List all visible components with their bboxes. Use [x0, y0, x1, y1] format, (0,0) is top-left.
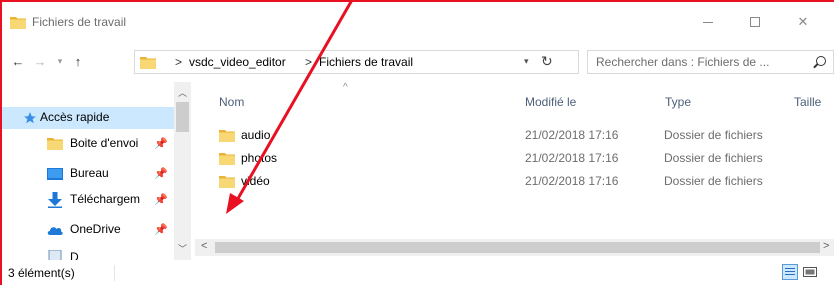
sidebar-item-onedrive[interactable]: OneDrive 📌	[2, 219, 174, 241]
file-list: ^ Nom Modifié le Type Taille audio 21/02…	[195, 82, 834, 260]
sidebar-item-boite-envoi[interactable]: Boite d'envoi 📌	[2, 133, 174, 155]
maximize-button[interactable]	[732, 2, 778, 42]
table-row[interactable]: photos 21/02/2018 17:16 Dossier de fichi…	[195, 148, 834, 170]
folder-icon	[10, 17, 26, 29]
details-view-icon	[785, 268, 795, 275]
chevron-down-icon[interactable]: ▾	[524, 56, 529, 67]
sidebar-item-bureau[interactable]: Bureau 📌	[2, 163, 174, 185]
scrollbar-thumb[interactable]	[215, 242, 820, 253]
table-row[interactable]: vidéo 21/02/2018 17:16 Dossier de fichie…	[195, 171, 834, 193]
chevron-up-icon[interactable]: ︿	[178, 86, 187, 99]
sidebar-item-label: Boite d'envoi	[70, 136, 139, 150]
sidebar-item-telechargements[interactable]: Téléchargem 📌	[2, 189, 174, 211]
arrow-left-icon: ←	[11, 53, 25, 69]
documents-icon	[48, 250, 62, 260]
folder-icon	[140, 57, 156, 69]
navigation-bar: ← → ▾ ↑ > vsdc_video_editor > Fichiers d…	[2, 42, 834, 82]
breadcrumb-vsdc-video-editor[interactable]: vsdc_video_editor	[189, 55, 286, 69]
nav-scrollbar[interactable]: ︿ ﹀	[174, 82, 191, 260]
chevron-right-icon[interactable]: >	[823, 240, 829, 252]
file-modified: 21/02/2018 17:16	[525, 128, 619, 142]
title-bar: Fichiers de travail ✕	[2, 2, 834, 42]
cloud-icon	[47, 227, 63, 235]
sidebar-item-label: Bureau	[70, 166, 109, 180]
table-row[interactable]: audio 21/02/2018 17:16 Dossier de fichie…	[195, 125, 834, 147]
close-button[interactable]: ✕	[780, 2, 826, 42]
search-input[interactable]: Rechercher dans : Fichiers de ...	[587, 50, 834, 74]
window-title: Fichiers de travail	[32, 15, 127, 29]
horizontal-scrollbar[interactable]: < >	[195, 239, 834, 256]
breadcrumb-separator[interactable]: >	[305, 55, 312, 69]
sidebar-item-label: OneDrive	[70, 222, 121, 236]
column-header-size[interactable]: Taille	[794, 95, 821, 109]
chevron-down-icon: ▾	[57, 55, 63, 66]
refresh-icon[interactable]: ↻	[541, 53, 553, 70]
large-icons-view-button[interactable]	[802, 264, 818, 280]
file-name: audio	[241, 128, 271, 142]
download-icon	[48, 192, 62, 208]
sidebar-item-label: D	[70, 250, 79, 260]
column-header-type[interactable]: Type	[665, 95, 691, 109]
back-button[interactable]: ←	[8, 51, 28, 71]
recent-locations-button[interactable]: ▾	[50, 51, 70, 71]
breadcrumb-separator[interactable]: >	[175, 55, 182, 69]
chevron-left-icon[interactable]: <	[201, 240, 207, 252]
minimize-icon	[703, 21, 713, 23]
arrow-up-icon: ↑	[74, 53, 82, 69]
status-divider	[114, 265, 115, 281]
pin-icon[interactable]: 📌	[154, 223, 168, 236]
large-icons-view-icon	[803, 267, 817, 277]
forward-button[interactable]: →	[30, 51, 50, 71]
maximize-icon	[750, 17, 760, 27]
chevron-down-icon[interactable]: ﹀	[178, 242, 187, 255]
search-icon[interactable]	[816, 56, 826, 66]
column-header-name[interactable]: Nom	[219, 95, 244, 109]
sidebar-item-label: Accès rapide	[40, 110, 110, 124]
column-header-modified[interactable]: Modifié le	[525, 95, 576, 109]
breadcrumb-fichiers-de-travail[interactable]: Fichiers de travail	[319, 55, 413, 69]
file-modified: 21/02/2018 17:16	[525, 151, 619, 165]
file-name: photos	[241, 151, 278, 165]
file-name: vidéo	[241, 174, 270, 188]
file-modified: 21/02/2018 17:16	[525, 174, 619, 188]
search-placeholder[interactable]: Rechercher dans : Fichiers de ...	[596, 55, 769, 69]
pin-icon[interactable]: 📌	[154, 193, 168, 206]
file-type: Dossier de fichiers	[664, 174, 763, 188]
address-bar[interactable]: > vsdc_video_editor > Fichiers de travai…	[134, 50, 579, 74]
status-bar: 3 élément(s)	[2, 262, 834, 285]
folder-icon	[219, 130, 235, 142]
arrow-right-icon: →	[33, 53, 47, 69]
pin-icon[interactable]: 📌	[154, 137, 168, 150]
up-button[interactable]: ↑	[68, 51, 88, 71]
file-type: Dossier de fichiers	[664, 151, 763, 165]
navigation-pane: Accès rapide Boite d'envoi 📌 Bureau 📌 Té…	[2, 82, 195, 260]
scrollbar-thumb[interactable]	[176, 102, 189, 132]
folder-icon	[47, 138, 63, 150]
close-icon: ✕	[797, 14, 809, 29]
minimize-button[interactable]	[685, 2, 731, 42]
sort-up-icon: ^	[343, 82, 348, 93]
item-count: 3 élément(s)	[8, 266, 75, 280]
file-type: Dossier de fichiers	[664, 128, 763, 142]
pin-icon[interactable]: 📌	[154, 167, 168, 180]
sidebar-item-label: Téléchargem	[70, 192, 141, 206]
folder-icon	[219, 176, 235, 188]
star-icon	[24, 112, 36, 124]
sidebar-item-documents[interactable]: D	[2, 245, 174, 260]
details-view-button[interactable]	[782, 264, 798, 280]
desktop-icon	[47, 168, 63, 180]
folder-icon	[219, 153, 235, 165]
sidebar-item-acces-rapide[interactable]: Accès rapide	[2, 107, 174, 129]
